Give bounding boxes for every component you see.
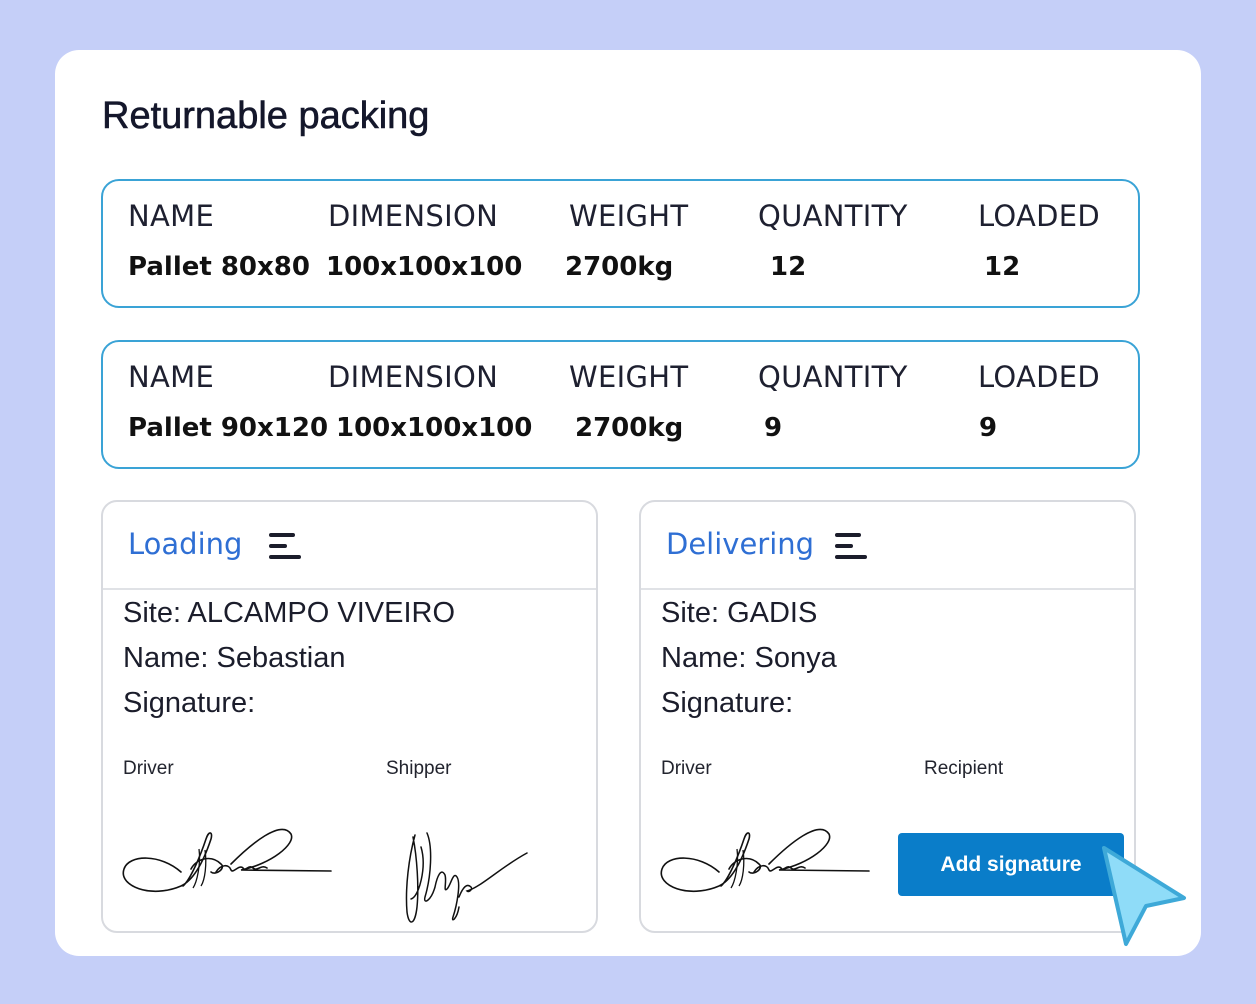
item-weight: 2700kg — [575, 413, 684, 443]
delivering-title[interactable]: Delivering — [666, 527, 814, 561]
loading-panel-header: Loading — [103, 502, 596, 590]
loading-name: Name: Sebastian — [123, 642, 346, 674]
cursor-pointer-icon — [1102, 846, 1186, 946]
delivering-site: Site: GADIS — [661, 597, 818, 629]
item-dimension: 100x100x100 — [326, 252, 523, 282]
shipper-label: Shipper — [386, 758, 452, 779]
col-header-weight: WEIGHT — [569, 360, 689, 394]
packing-item-row[interactable]: NAME DIMENSION WEIGHT QUANTITY LOADED Pa… — [101, 179, 1140, 308]
driver-signature-image — [660, 828, 870, 893]
item-dimension: 100x100x100 — [336, 413, 533, 443]
col-header-loaded: LOADED — [978, 199, 1101, 233]
col-header-dimension: DIMENSION — [328, 199, 499, 233]
driver-label: Driver — [661, 758, 712, 779]
packing-item-row[interactable]: NAME DIMENSION WEIGHT QUANTITY LOADED Pa… — [101, 340, 1140, 469]
item-name: Pallet 90x120 — [128, 413, 329, 443]
item-quantity: 9 — [764, 413, 783, 443]
menu-icon[interactable] — [835, 533, 867, 559]
menu-icon[interactable] — [269, 533, 301, 559]
item-loaded: 9 — [979, 413, 998, 443]
item-loaded: 12 — [984, 252, 1021, 282]
col-header-name: NAME — [128, 199, 215, 233]
delivering-panel: Delivering Site: GADIS Name: Sonya Signa… — [639, 500, 1136, 933]
add-signature-button[interactable]: Add signature — [898, 833, 1124, 896]
driver-label: Driver — [123, 758, 174, 779]
shipper-signature-image — [405, 832, 528, 923]
packing-card: Returnable packing NAME DIMENSION WEIGHT… — [55, 50, 1201, 956]
delivering-signature-label: Signature: — [661, 687, 794, 719]
driver-signature-image — [122, 828, 332, 893]
loading-panel: Loading Site: ALCAMPO VIVEIRO Name: Seba… — [101, 500, 598, 933]
item-weight: 2700kg — [565, 252, 674, 282]
loading-signature-label: Signature: — [123, 687, 256, 719]
col-header-weight: WEIGHT — [569, 199, 689, 233]
loading-title[interactable]: Loading — [128, 527, 242, 561]
delivering-name: Name: Sonya — [661, 642, 837, 674]
item-quantity: 12 — [770, 252, 807, 282]
col-header-quantity: QUANTITY — [758, 199, 908, 233]
item-name: Pallet 80x80 — [128, 252, 310, 282]
delivering-panel-header: Delivering — [641, 502, 1134, 590]
loading-site: Site: ALCAMPO VIVEIRO — [123, 597, 455, 629]
col-header-loaded: LOADED — [978, 360, 1101, 394]
col-header-quantity: QUANTITY — [758, 360, 908, 394]
col-header-dimension: DIMENSION — [328, 360, 499, 394]
page-title: Returnable packing — [102, 95, 430, 138]
recipient-label: Recipient — [924, 758, 1004, 779]
col-header-name: NAME — [128, 360, 215, 394]
